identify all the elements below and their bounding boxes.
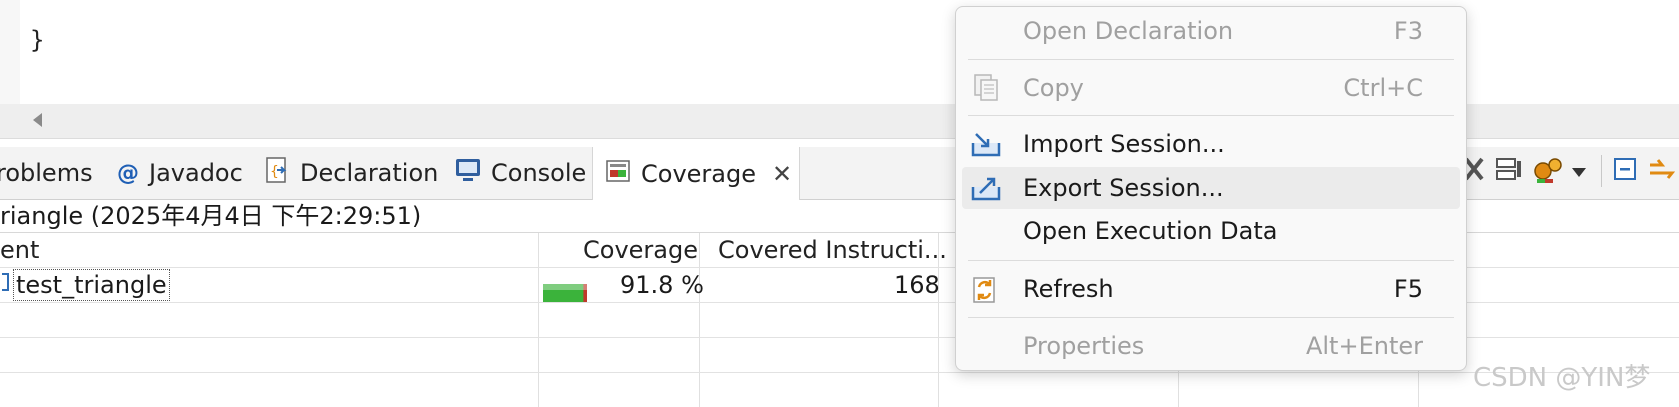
menu-item-label: Export Session... [1023,174,1224,202]
tab-javadoc[interactable]: @ Javadoc [117,147,243,199]
session-name: riangle (2025年4月4日 下午2:29:51) [0,202,422,230]
menu-item-open-execution-data[interactable]: Open Execution Data [956,210,1466,252]
tab-problems[interactable]: roblems [0,147,93,199]
menu-item-shortcut: F3 [1393,17,1423,45]
watermark: CSDN @YIN梦 [1473,363,1651,393]
tab-coverage[interactable]: Coverage ✕ [592,147,800,200]
console-icon [455,157,481,189]
menu-item-properties[interactable]: Properties Alt+Enter [956,325,1466,367]
menu-item-copy[interactable]: Copy Ctrl+C [956,67,1466,109]
link-with-selection-icon[interactable] [1648,153,1679,187]
refresh-icon [970,274,1002,304]
copy-icon [970,73,1002,103]
code-closing-brace: } [30,26,45,54]
svg-text:{: { [270,164,279,180]
editor-gutter [0,0,20,104]
menu-item-shortcut: Ctrl+C [1343,74,1423,102]
collapse-all-icon[interactable] [1612,153,1640,187]
menu-item-label: Open Execution Data [1023,217,1278,245]
column-header-coverage[interactable]: Coverage [583,233,698,267]
menu-item-export-session[interactable]: Export Session... [962,167,1460,209]
tab-coverage-label: Coverage [641,159,756,188]
element-name[interactable]: test_triangle [13,269,170,301]
tab-declaration-label: Declaration [300,159,439,187]
menu-separator [968,317,1454,318]
menu-separator [968,115,1454,116]
menu-item-open-declaration[interactable]: Open Declaration F3 [956,10,1466,52]
scroll-left-arrow-icon[interactable] [33,113,42,127]
coverage-icon [605,158,631,190]
tab-console[interactable]: Console [455,147,586,199]
menu-separator [968,59,1454,60]
context-menu: Open Declaration F3 Copy Ctrl+C Import S… [955,6,1467,371]
menu-separator [968,260,1454,261]
menu-item-label: Open Declaration [1023,17,1234,45]
covered-instructions-value: 168 [894,271,940,299]
menu-item-label: Refresh [1023,275,1114,303]
javadoc-at-icon: @ [117,160,139,186]
coverage-percent: 91.8 % [620,271,704,299]
tab-console-label: Console [491,159,587,187]
tab-javadoc-label: Javadoc [149,159,243,187]
menu-item-refresh[interactable]: Refresh F5 [956,268,1466,310]
export-session-icon [970,173,1002,203]
menu-item-import-session[interactable]: Import Session... [956,123,1466,165]
dropdown-arrow-icon[interactable] [1572,163,1586,197]
declaration-icon: { [264,156,290,190]
toolbar-separator [1601,155,1602,187]
remove-all-sessions-icon[interactable] [1495,153,1523,187]
column-header-element[interactable]: ent [0,233,39,267]
project-icon [0,268,12,307]
tab-problems-label: roblems [0,159,93,187]
close-tab-icon[interactable]: ✕ [772,160,792,188]
menu-item-label: Copy [1023,74,1084,102]
coverage-run-icon[interactable] [1533,153,1567,187]
import-session-icon [970,129,1002,159]
tab-declaration[interactable]: { Declaration [264,147,438,199]
menu-item-shortcut: Alt+Enter [1305,332,1423,360]
menu-item-label: Import Session... [1023,130,1225,158]
menu-item-label: Properties [1023,332,1145,360]
column-header-covered-instructions[interactable]: Covered Instructi... [718,233,947,267]
menu-item-shortcut: F5 [1393,275,1423,303]
